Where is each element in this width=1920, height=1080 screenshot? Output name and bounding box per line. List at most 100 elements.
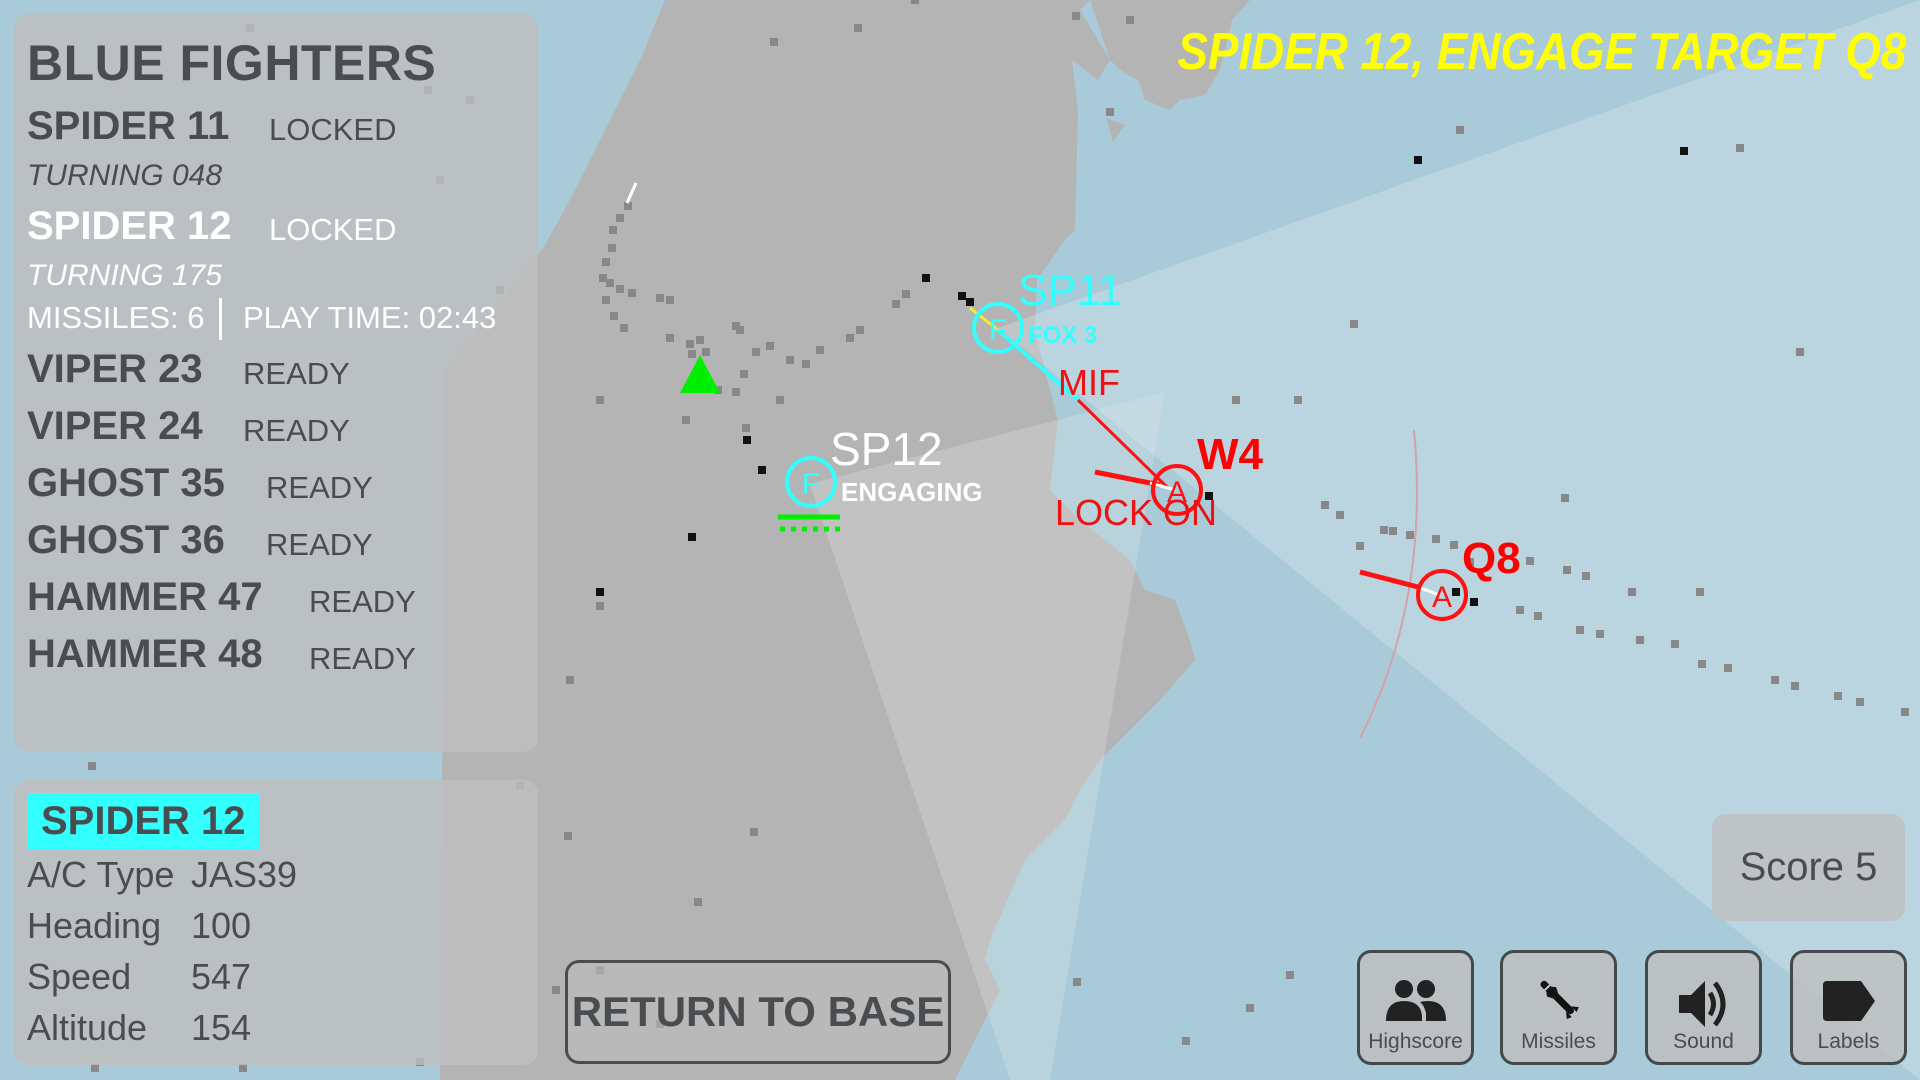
speaker-icon bbox=[1678, 981, 1725, 1027]
track-dot bbox=[1576, 626, 1584, 634]
detail-label: A/C Type bbox=[27, 854, 175, 895]
track-dot bbox=[599, 274, 607, 282]
fighter-sub-status: TURNING 048 bbox=[27, 159, 223, 192]
detail-value: 547 bbox=[191, 956, 252, 997]
fighter-status: READY bbox=[309, 641, 416, 676]
panel-title: BLUE FIGHTERS bbox=[27, 35, 437, 91]
track-dot bbox=[620, 324, 628, 332]
track-dot bbox=[1286, 971, 1294, 979]
track-dot bbox=[688, 350, 696, 358]
track-dot-active bbox=[922, 274, 930, 282]
track-dot bbox=[1073, 978, 1081, 986]
track-dot bbox=[656, 294, 664, 302]
track-dot bbox=[1582, 572, 1590, 580]
track-dot-active bbox=[688, 533, 696, 541]
people-icon bbox=[1385, 980, 1446, 1021]
track-dot bbox=[1106, 108, 1114, 116]
track-dot bbox=[596, 602, 604, 610]
track-dot bbox=[1406, 531, 1414, 539]
track-dot bbox=[1628, 588, 1636, 596]
track-dot bbox=[1432, 535, 1440, 543]
sp12-callsign: SP12 bbox=[830, 423, 943, 475]
fighter-status: READY bbox=[266, 470, 373, 505]
track-dot bbox=[736, 326, 744, 334]
return-to-base-button[interactable]: RETURN TO BASE bbox=[565, 960, 951, 1064]
highscore-label: Highscore bbox=[1368, 1030, 1463, 1053]
sound-label: Sound bbox=[1673, 1030, 1734, 1053]
detail-value: 154 bbox=[191, 1007, 252, 1048]
track-dot bbox=[1736, 144, 1744, 152]
track-dot bbox=[602, 258, 610, 266]
track-dot bbox=[552, 986, 560, 994]
track-dot bbox=[1350, 320, 1358, 328]
missiles-label: Missiles bbox=[1521, 1030, 1596, 1053]
track-dot bbox=[1232, 396, 1240, 404]
fighter-status: LOCKED bbox=[269, 112, 397, 147]
track-dot bbox=[1636, 636, 1644, 644]
fighter-callsign: HAMMER 48 bbox=[27, 632, 263, 676]
track-dot bbox=[752, 348, 760, 356]
detail-label: Heading bbox=[27, 905, 162, 946]
track-dot bbox=[88, 762, 96, 770]
missiles-button[interactable]: Missiles bbox=[1500, 950, 1617, 1065]
track-dot bbox=[1698, 660, 1706, 668]
selected-aircraft-badge: SPIDER 12 bbox=[27, 793, 260, 850]
missile-icon bbox=[1539, 980, 1579, 1020]
track-dot-active bbox=[743, 436, 751, 444]
track-dot bbox=[1516, 606, 1524, 614]
track-dot bbox=[1450, 541, 1458, 549]
track-dot bbox=[686, 340, 694, 348]
track-dot-active bbox=[1452, 588, 1460, 596]
fighter-status: READY bbox=[243, 413, 350, 448]
track-dot-active bbox=[958, 292, 966, 300]
track-dot bbox=[1534, 612, 1542, 620]
track-dot bbox=[854, 24, 862, 32]
labels-label: Labels bbox=[1817, 1030, 1880, 1053]
track-dot bbox=[766, 342, 774, 350]
fighter-callsign: VIPER 24 bbox=[27, 404, 203, 448]
track-dot-active bbox=[758, 466, 766, 474]
aircraft-detail-panel: SPIDER 12 A/C Type JAS39 Heading 100 Spe… bbox=[14, 780, 538, 1065]
track-dot bbox=[1356, 542, 1364, 550]
detail-row-altitude: Altitude 154 bbox=[27, 1007, 251, 1049]
track-dot bbox=[666, 334, 674, 342]
detail-row-heading: Heading 100 bbox=[27, 905, 251, 947]
track-dot bbox=[1072, 12, 1080, 20]
play-time: PLAY TIME: 02:43 bbox=[243, 300, 497, 335]
track-dot bbox=[1321, 501, 1329, 509]
track-dot bbox=[740, 370, 748, 378]
track-dot-active bbox=[1470, 598, 1478, 606]
q8-symbol-letter: A bbox=[1432, 581, 1452, 614]
track-dot bbox=[1246, 1004, 1254, 1012]
track-dot bbox=[1126, 16, 1134, 24]
track-dot bbox=[602, 296, 610, 304]
fighter-callsign: VIPER 23 bbox=[27, 347, 203, 391]
fighter-sub-status: TURNING 175 bbox=[27, 259, 223, 292]
track-dot bbox=[564, 832, 572, 840]
track-dot bbox=[694, 898, 702, 906]
track-dot bbox=[610, 312, 618, 320]
track-dot-active bbox=[1680, 147, 1688, 155]
track-dot bbox=[846, 334, 854, 342]
labels-button[interactable]: Labels bbox=[1790, 950, 1907, 1065]
track-dot-active bbox=[1414, 156, 1422, 164]
track-dot bbox=[666, 296, 674, 304]
track-dot bbox=[1671, 640, 1679, 648]
fighter-status: READY bbox=[266, 527, 373, 562]
track-dot bbox=[1834, 692, 1842, 700]
track-dot bbox=[1596, 630, 1604, 638]
detail-row-speed: Speed 547 bbox=[27, 956, 251, 998]
highscore-button[interactable]: Highscore bbox=[1357, 950, 1474, 1065]
track-dot bbox=[1456, 126, 1464, 134]
detail-row-ac-type: A/C Type JAS39 bbox=[27, 854, 297, 896]
fighter-status: READY bbox=[243, 356, 350, 391]
fighter-callsign: GHOST 35 bbox=[27, 461, 225, 505]
track-dot bbox=[696, 336, 704, 344]
track-dot bbox=[856, 326, 864, 334]
track-dot bbox=[750, 828, 758, 836]
track-dot bbox=[239, 1064, 247, 1072]
sound-button[interactable]: Sound bbox=[1645, 950, 1762, 1065]
sp11-callsign: SP11 bbox=[1018, 266, 1123, 315]
track-dot bbox=[682, 416, 690, 424]
w4-callsign: W4 bbox=[1197, 430, 1263, 479]
